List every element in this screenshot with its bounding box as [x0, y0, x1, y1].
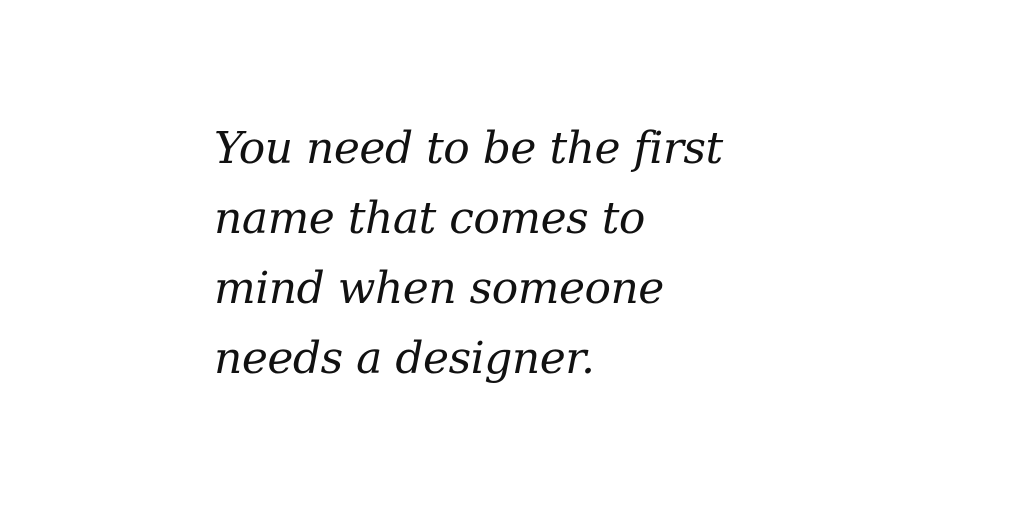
quote-line-1: You need to be the first: [214, 123, 723, 174]
quote-line-2: name that comes to: [214, 193, 645, 244]
quote-card: You need to be the first name that comes…: [0, 0, 1012, 506]
quote-text: You need to be the first name that comes…: [214, 114, 814, 394]
quote-line-3: mind when someone: [214, 263, 664, 314]
quote-line-4: needs a designer.: [214, 333, 595, 384]
